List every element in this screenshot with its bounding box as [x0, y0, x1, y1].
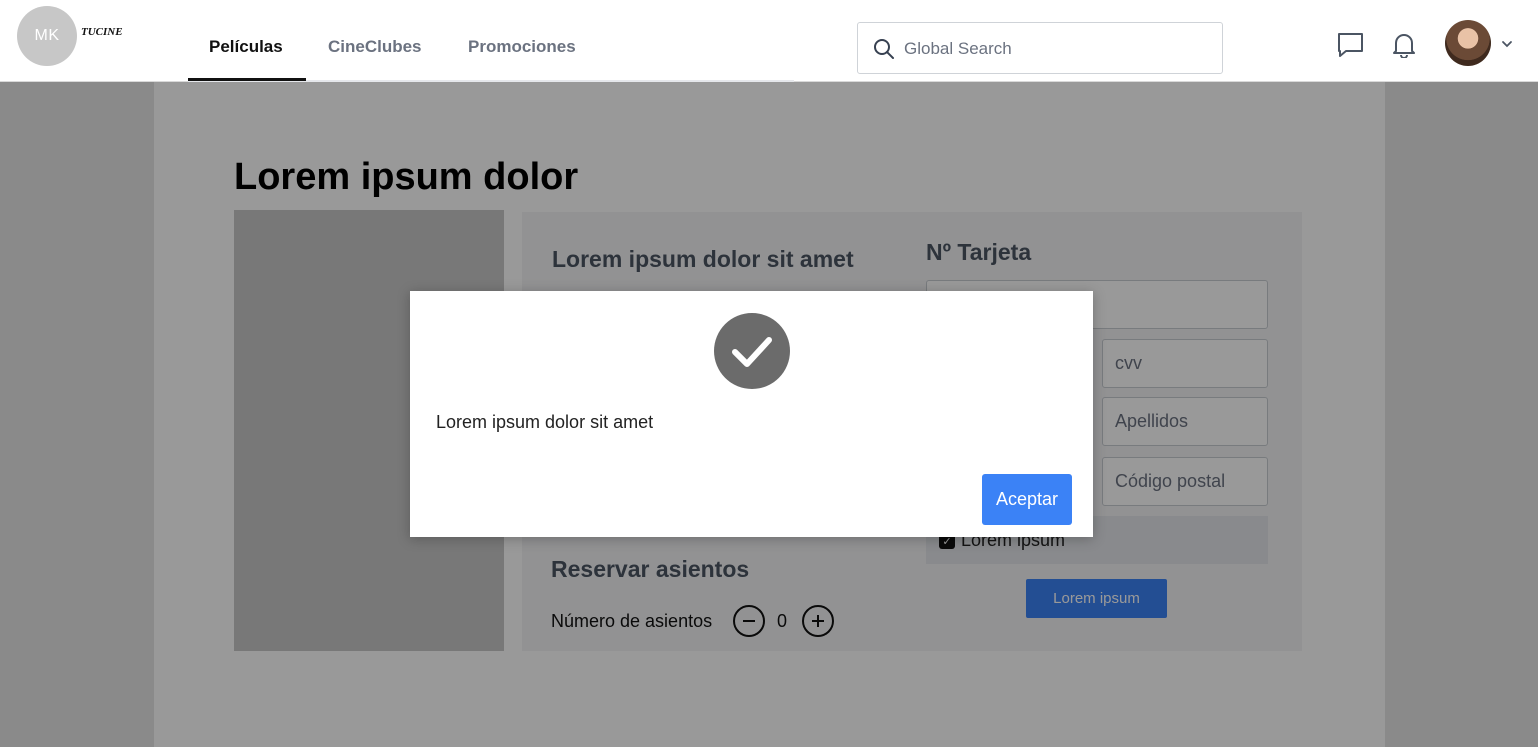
- bell-icon[interactable]: [1392, 32, 1416, 58]
- check-icon: [732, 337, 772, 367]
- main-tabs: Películas CineClubes Promociones: [188, 0, 794, 82]
- top-header: MK TUCINE Películas CineClubes Promocion…: [0, 0, 1538, 82]
- search-input[interactable]: [904, 35, 1204, 63]
- success-badge: [714, 313, 790, 389]
- logo-avatar[interactable]: MK: [17, 6, 77, 66]
- brand-name[interactable]: TUCINE: [81, 26, 123, 38]
- accept-button[interactable]: Aceptar: [982, 474, 1072, 525]
- active-tab-indicator: [188, 78, 306, 81]
- success-modal: Lorem ipsum dolor sit amet Aceptar: [410, 291, 1093, 537]
- chat-icon[interactable]: [1337, 32, 1364, 58]
- tab-promociones[interactable]: Promociones: [468, 37, 576, 57]
- modal-message: Lorem ipsum dolor sit amet: [436, 412, 654, 432]
- search-icon: [874, 39, 894, 59]
- chevron-down-icon[interactable]: [1501, 40, 1513, 48]
- tab-peliculas[interactable]: Películas: [209, 37, 283, 57]
- avatar[interactable]: [1445, 20, 1491, 66]
- global-search[interactable]: [857, 22, 1223, 74]
- tab-cineclubes[interactable]: CineClubes: [328, 37, 422, 57]
